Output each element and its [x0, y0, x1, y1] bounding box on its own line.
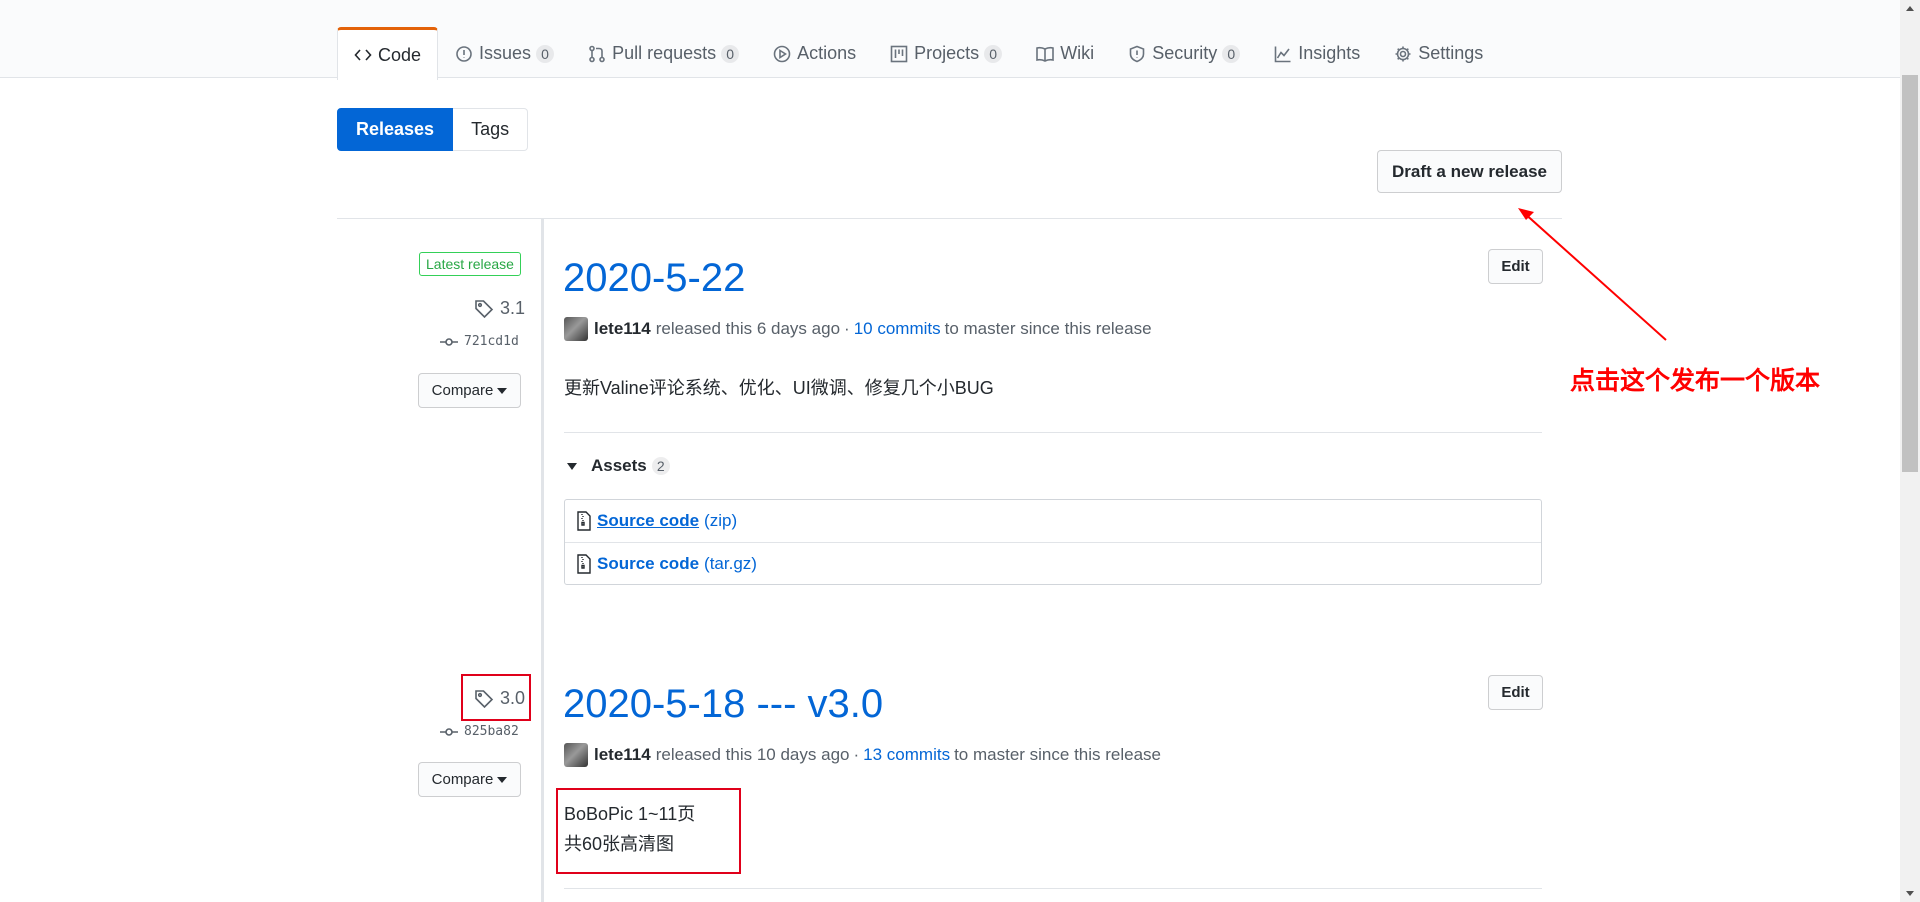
releases-tags-switch: Releases Tags — [337, 108, 529, 151]
play-icon — [773, 45, 791, 62]
avatar[interactable] — [564, 743, 588, 767]
release-meta: lete114 released this 6 days ago · 10 co… — [564, 317, 1156, 341]
author-link[interactable]: lete114 — [594, 745, 651, 765]
tag-highlight-box — [461, 674, 531, 721]
tab-insights[interactable]: Insights — [1257, 27, 1377, 79]
file-zip-icon — [577, 511, 591, 531]
compare-label: Compare — [431, 771, 494, 788]
page-scrollbar[interactable] — [1900, 0, 1920, 902]
assets-label: Assets — [591, 456, 647, 475]
author-link[interactable]: lete114 — [594, 319, 651, 339]
divider — [564, 432, 1542, 433]
assets-counter: 2 — [651, 457, 670, 475]
commit-icon — [440, 727, 458, 736]
commit-icon — [440, 337, 458, 346]
edit-release-button[interactable]: Edit — [1488, 675, 1543, 710]
tag-icon — [475, 299, 494, 318]
release-meta: lete114 released this 10 days ago · 13 c… — [564, 743, 1165, 767]
pull-requests-counter: 0 — [721, 44, 740, 63]
tab-pull-requests[interactable]: Pull requests 0 — [571, 27, 756, 79]
asset-item: Source code (zip) — [565, 500, 1541, 542]
assets-toggle[interactable]: Assets 2 — [567, 456, 670, 476]
tab-projects[interactable]: Projects 0 — [873, 27, 1019, 79]
tab-wiki[interactable]: Wiki — [1019, 27, 1111, 79]
avatar[interactable] — [564, 317, 588, 341]
released-text: released this 6 days ago — [655, 319, 841, 338]
release-commit-link[interactable]: 721cd1d — [440, 334, 519, 349]
scroll-down-icon[interactable] — [1906, 891, 1914, 896]
tab-security[interactable]: Security 0 — [1111, 27, 1257, 79]
tab-label: Insights — [1298, 43, 1361, 63]
tab-label: Actions — [797, 43, 857, 63]
tags-tab[interactable]: Tags — [453, 108, 529, 151]
since-text: to master since this release — [954, 745, 1161, 764]
issue-icon — [456, 45, 472, 62]
release-description: 更新Valine评论系统、优化、UI微调、修复几个小BUG — [564, 373, 994, 403]
annotation-text: 点击这个发布一个版本 — [1570, 366, 1821, 395]
security-counter: 0 — [1222, 44, 1241, 63]
draft-new-release-button[interactable]: Draft a new release — [1377, 150, 1562, 193]
release-title[interactable]: 2020-5-18 --- v3.0 — [563, 682, 883, 727]
release-commit-link[interactable]: 825ba82 — [440, 724, 519, 739]
commit-sha: 825ba82 — [464, 724, 519, 739]
repo-nav: Code Issues 0 Pull requests 0 Actions Pr… — [0, 0, 1920, 80]
source-code-zip-link[interactable]: Source code — [597, 511, 699, 531]
since-text: to master since this release — [944, 319, 1152, 338]
tab-actions[interactable]: Actions — [756, 27, 873, 79]
meta-separator: · — [844, 319, 850, 338]
repo-tabs: Code Issues 0 Pull requests 0 Actions Pr… — [337, 27, 1500, 80]
file-zip-icon — [577, 553, 591, 574]
divider — [337, 218, 1562, 219]
tab-settings[interactable]: Settings — [1377, 27, 1500, 79]
tab-label: Settings — [1418, 43, 1484, 63]
asset-ext[interactable]: (zip) — [704, 511, 737, 531]
released-text: released this 10 days ago — [655, 745, 850, 764]
meta-separator: · — [853, 745, 860, 764]
commits-link[interactable]: 13 commits — [863, 745, 950, 765]
release-title[interactable]: 2020-5-22 — [563, 256, 745, 301]
pull-request-icon — [589, 45, 605, 62]
latest-release-badge: Latest release — [419, 252, 521, 276]
asset-item: Source code (tar.gz) — [565, 542, 1541, 584]
tab-label: Projects — [914, 43, 980, 63]
description-highlight-box — [556, 788, 741, 874]
tab-issues[interactable]: Issues 0 — [438, 27, 571, 79]
caret-down-icon — [497, 387, 508, 394]
scroll-up-icon[interactable] — [1906, 6, 1914, 11]
projects-counter: 0 — [984, 44, 1003, 63]
tag-label: 3.1 — [500, 298, 526, 318]
divider — [564, 888, 1542, 889]
shield-icon — [1129, 45, 1145, 62]
tab-label: Wiki — [1060, 43, 1095, 63]
edit-release-button[interactable]: Edit — [1488, 249, 1543, 284]
compare-button[interactable]: Compare — [418, 373, 521, 408]
issues-counter: 0 — [536, 44, 555, 63]
caret-down-icon — [497, 776, 508, 783]
source-code-tar-link[interactable]: Source code — [597, 554, 699, 574]
tab-label: Pull requests — [612, 43, 717, 63]
compare-label: Compare — [431, 382, 494, 399]
code-icon — [354, 49, 372, 61]
triangle-down-icon — [567, 462, 577, 470]
gear-icon — [1395, 46, 1411, 61]
tab-label: Issues — [479, 43, 532, 63]
book-icon — [1036, 46, 1054, 62]
releases-tab[interactable]: Releases — [337, 108, 454, 151]
tab-code[interactable]: Code — [337, 27, 439, 80]
compare-button[interactable]: Compare — [418, 762, 521, 797]
commits-link[interactable]: 10 commits — [854, 319, 941, 339]
release-timeline-line — [541, 218, 544, 902]
commit-sha: 721cd1d — [464, 334, 519, 349]
description-line: 更新Valine评论系统、优化、UI微调、修复几个小BUG — [564, 378, 994, 398]
release-tag-link[interactable]: 3.1 — [474, 298, 525, 319]
asset-ext[interactable]: (tar.gz) — [704, 554, 757, 574]
tab-label: Security — [1152, 43, 1218, 63]
scrollbar-thumb[interactable] — [1902, 75, 1918, 472]
assets-list: Source code (zip) Source code (tar.gz) — [564, 499, 1542, 585]
project-icon — [890, 45, 908, 62]
graph-icon — [1274, 46, 1291, 62]
tab-label: Code — [378, 44, 422, 65]
